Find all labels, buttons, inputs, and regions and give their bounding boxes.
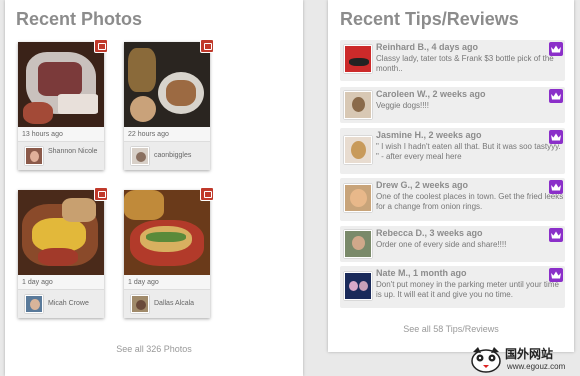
recent-tips-title: Recent Tips/Reviews [340,9,519,29]
tip-text: Order one of every side and share!!!! [376,240,507,249]
recent-photos-title: Recent Photos [16,9,143,29]
crown-icon [549,130,563,144]
tip-text: One of the coolest places in town. Get t… [376,192,564,211]
tip-author[interactable]: Reinhard B., 4 days ago [376,42,478,52]
photo-card[interactable]: 13 hours ago Shannon Nicole [18,39,108,170]
photo-time: 1 day ago [128,279,159,286]
photo-user-name[interactable]: Shannon Nicole [48,148,102,156]
avatar[interactable] [25,147,43,165]
tip-item[interactable]: Drew G., 2 weeks ago One of the coolest … [340,178,565,221]
tip-item[interactable]: Nate M., 1 month ago Don't put money in … [340,266,565,308]
avatar[interactable] [131,147,149,165]
tip-author[interactable]: Jasmine H., 2 weeks ago [376,130,482,140]
photo-thumbnail[interactable] [18,42,104,127]
camera-icon [200,39,214,53]
tip-text: Veggie dogs!!!! [376,101,429,110]
camera-icon [94,187,108,201]
crown-icon [549,228,563,242]
watermark-logo-icon [471,347,501,373]
photo-user-row[interactable]: Dallas Alcala [124,289,210,318]
tip-text: Don't put money in the parking meter unt… [376,280,559,299]
photo-user-row[interactable]: caonbiggles [124,141,210,170]
avatar[interactable] [344,45,372,73]
photo-user-name[interactable]: Micah Crowe [48,300,102,308]
tip-author[interactable]: Drew G., 2 weeks ago [376,180,468,190]
photo-card[interactable]: 22 hours ago caonbiggles [124,39,214,170]
tip-item[interactable]: Rebecca D., 3 weeks ago Order one of eve… [340,226,565,262]
photo-time: 13 hours ago [22,131,63,138]
see-all-tips-link[interactable]: See all 58 Tips/Reviews [328,324,574,334]
recent-tips-panel: Recent Tips/Reviews Reinhard B., 4 days … [328,0,574,352]
avatar[interactable] [131,295,149,313]
tip-item[interactable]: Reinhard B., 4 days ago Classy lady, tat… [340,40,565,81]
photo-thumbnail[interactable] [18,190,104,275]
tip-author[interactable]: Nate M., 1 month ago [376,268,467,278]
avatar[interactable] [344,91,372,119]
crown-icon [549,89,563,103]
camera-icon [94,39,108,53]
photo-thumbnail[interactable] [124,190,210,275]
watermark: 国外网站 www.egouz.com [465,342,580,376]
avatar[interactable] [25,295,43,313]
crown-icon [549,268,563,282]
photo-user-row[interactable]: Shannon Nicole [18,141,104,170]
crown-icon [549,180,563,194]
watermark-url: www.egouz.com [507,362,566,371]
photo-user-name[interactable]: Dallas Alcala [154,300,208,308]
avatar[interactable] [344,272,372,300]
crown-icon [549,42,563,56]
tip-author[interactable]: Rebecca D., 3 weeks ago [376,228,483,238]
tip-text: " I wish I hadn't eaten all that. But it… [376,142,561,161]
camera-icon [200,187,214,201]
watermark-text: 国外网站 [505,347,554,361]
photo-user-row[interactable]: Micah Crowe [18,289,104,318]
avatar[interactable] [344,136,372,164]
tip-item[interactable]: Jasmine H., 2 weeks ago " I wish I hadn'… [340,128,565,174]
photo-card[interactable]: 1 day ago Micah Crowe [18,187,108,318]
see-all-photos-link[interactable]: See all 326 Photos [5,344,303,354]
photo-time: 1 day ago [22,279,53,286]
tip-text: Classy lady, tater tots & Frank $3 bottl… [376,54,554,73]
tip-item[interactable]: Caroleen W., 2 weeks ago Veggie dogs!!!! [340,87,565,123]
photo-time: 22 hours ago [128,131,169,138]
avatar[interactable] [344,184,372,212]
recent-photos-panel: Recent Photos 13 hours ago Shannon Nicol… [5,0,303,376]
avatar[interactable] [344,230,372,258]
photo-thumbnail[interactable] [124,42,210,127]
photo-card[interactable]: 1 day ago Dallas Alcala [124,187,214,318]
photo-user-name[interactable]: caonbiggles [154,152,208,160]
tip-author[interactable]: Caroleen W., 2 weeks ago [376,89,486,99]
